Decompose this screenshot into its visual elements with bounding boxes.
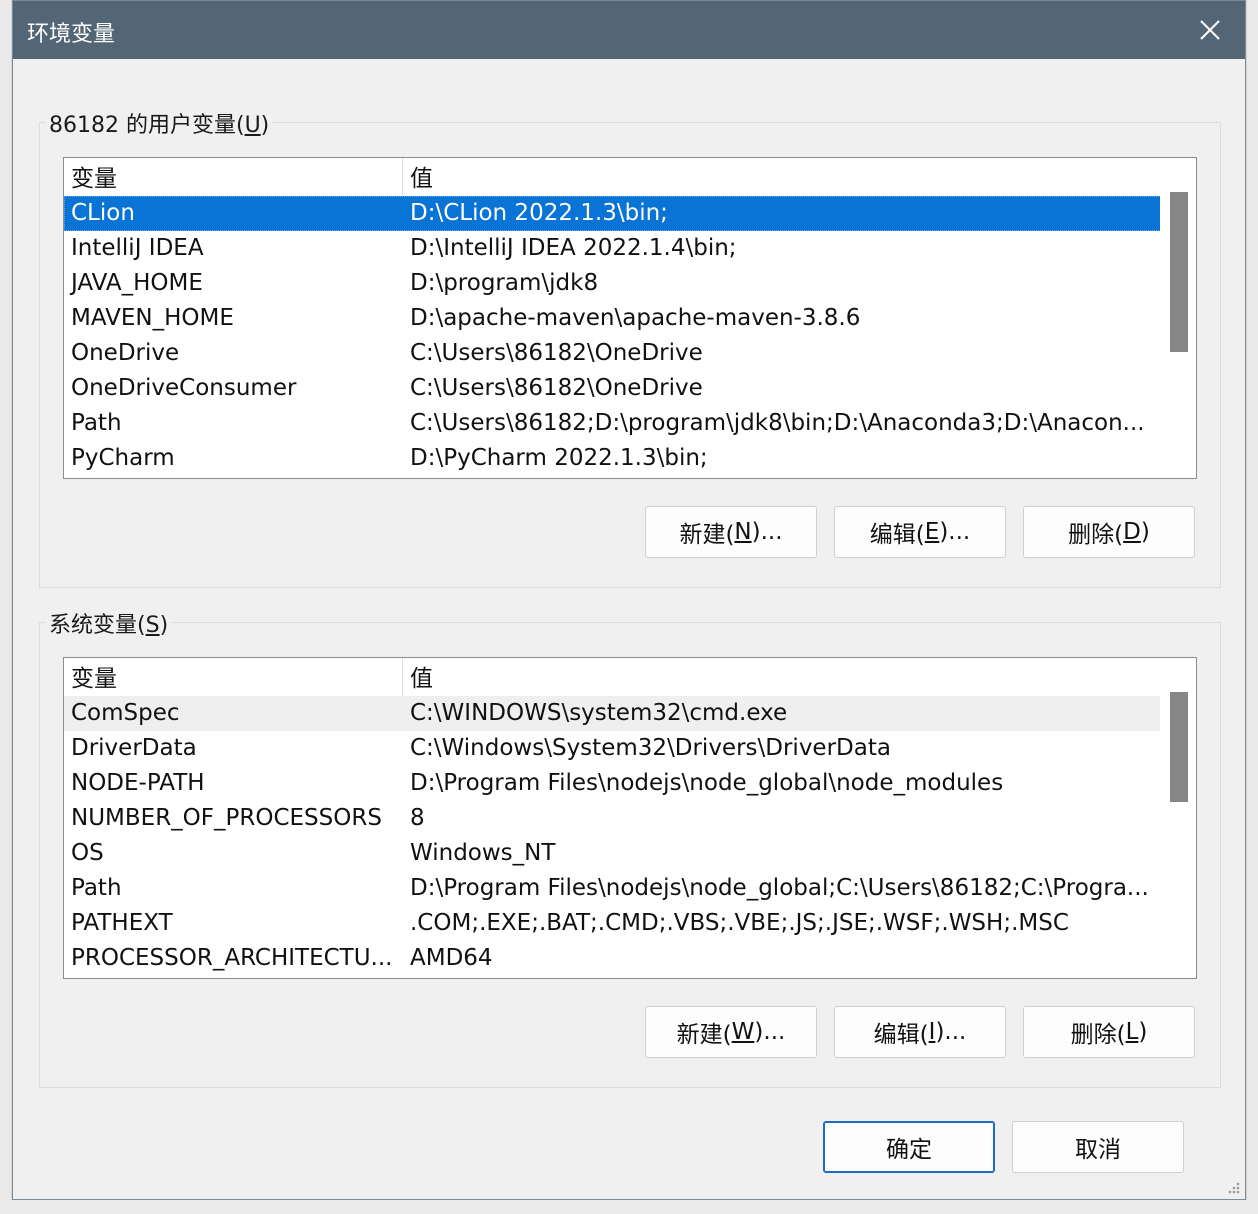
table-row[interactable]: PROCESSOR_ARCHITECTU... AMD64 [64,941,1161,976]
variable-value-cell: D:\IntelliJ IDEA 2022.1.4\bin; [410,235,737,261]
table-row[interactable]: Path C:\Users\86182;D:\program\jdk8\bin;D… [64,406,1161,441]
close-button[interactable] [1175,1,1245,59]
table-row[interactable]: JAVA_HOME D:\program\jdk8 [64,266,1161,301]
user-variables-group: 86182 的用户变量(U) 变量 值 CLion D:\CLion 2022.1… [39,107,1221,588]
table-row[interactable]: Path D:\Program Files\nodejs\node_global;… [64,871,1161,906]
variable-name-cell: IntelliJ IDEA [71,235,204,261]
background-window-bottom [0,1200,1258,1214]
user-variables-label: 86182 的用户变量(U) [46,107,273,139]
variable-value-cell: D:\CLion 2022.1.3\bin; [410,200,668,226]
variable-value-cell: AMD64 [410,945,493,971]
variable-name-cell: PROCESSOR_ARCHITECTU... [71,945,393,971]
list-header: 变量 值 [64,158,1161,196]
ok-button[interactable]: 确定 [823,1121,995,1173]
system-variables-label: 系统变量(S) [46,607,172,639]
table-row[interactable]: DriverData C:\Windows\System32\Drivers\Dr… [64,731,1161,766]
variable-value-cell: D:\Program Files\nodejs\node_global;C:\U… [410,875,1149,901]
column-header-variable[interactable]: 变量 [64,158,403,196]
variable-value-cell: C:\Windows\System32\Drivers\DriverData [410,735,891,761]
column-header-value[interactable]: 值 [403,158,1161,196]
variable-value-cell: D:\PyCharm 2022.1.3\bin; [410,445,708,471]
close-icon [1200,20,1220,40]
variable-value-cell: D:\Program Files\nodejs\node_global\node… [410,770,1004,796]
variable-name-cell: NODE-PATH [71,770,205,796]
table-row[interactable]: MAVEN_HOME D:\apache-maven\apache-maven-3… [64,301,1161,336]
variable-value-cell: C:\WINDOWS\system32\cmd.exe [410,700,788,726]
table-row[interactable]: IntelliJ IDEA D:\IntelliJ IDEA 2022.1.4\b… [64,231,1161,266]
resize-grip-icon[interactable] [1225,1179,1241,1195]
table-row[interactable]: PATHEXT .COM;.EXE;.BAT;.CMD;.VBS;.VBE;.JS… [64,906,1161,941]
system-edit-button[interactable]: 编辑(I)... [834,1006,1006,1058]
scroll-thumb[interactable] [1170,192,1188,352]
scroll-thumb[interactable] [1170,692,1188,802]
table-row[interactable]: CLion D:\CLion 2022.1.3\bin; [64,196,1161,231]
variable-value-cell: C:\Users\86182;D:\program\jdk8\bin;D:\An… [410,410,1145,436]
system-list-scrollbar[interactable] [1160,658,1196,978]
system-variables-group: 系统变量(S) 变量 值 ComSpec C:\WINDOWS\system32\… [39,607,1221,1088]
variable-value-cell: D:\program\jdk8 [410,270,599,296]
variable-value-cell: C:\Users\86182\OneDrive [410,340,703,366]
system-variable-rows: ComSpec C:\WINDOWS\system32\cmd.exe Driver… [64,696,1161,976]
user-delete-button[interactable]: 删除(D) [1023,506,1195,558]
system-new-button[interactable]: 新建(W)... [645,1006,817,1058]
background-window-left [0,0,12,1214]
column-header-variable[interactable]: 变量 [64,658,403,696]
variable-value-cell: C:\Users\86182\OneDrive [410,375,703,401]
user-new-button[interactable]: 新建(N)... [645,506,817,558]
user-edit-button[interactable]: 编辑(E)... [834,506,1006,558]
column-header-value[interactable]: 值 [403,658,1161,696]
variable-value-cell: .COM;.EXE;.BAT;.CMD;.VBS;.VBE;.JS;.JSE;.… [410,910,1069,936]
cancel-button[interactable]: 取消 [1012,1121,1184,1173]
variable-value-cell: Windows_NT [410,840,556,866]
variable-name-cell: PATHEXT [71,910,173,936]
table-row[interactable]: PyCharm D:\PyCharm 2022.1.3\bin; [64,441,1161,476]
variable-name-cell: ComSpec [71,700,180,726]
variable-name-cell: OneDrive [71,340,180,366]
variable-name-cell: MAVEN_HOME [71,305,234,331]
table-row[interactable]: OneDriveConsumer C:\Users\86182\OneDrive [64,371,1161,406]
variable-name-cell: JAVA_HOME [71,270,203,296]
table-row[interactable]: NODE-PATH D:\Program Files\nodejs\node_gl… [64,766,1161,801]
title-bar[interactable]: 环境变量 [13,1,1245,59]
system-delete-button[interactable]: 删除(L) [1023,1006,1195,1058]
window-title: 环境变量 [27,22,116,47]
table-row[interactable]: OneDrive C:\Users\86182\OneDrive [64,336,1161,371]
variable-name-cell: PyCharm [71,445,175,471]
system-variables-list[interactable]: 变量 值 ComSpec C:\WINDOWS\system32\cmd.exe D… [63,657,1197,979]
variable-name-cell: NUMBER_OF_PROCESSORS [71,805,382,831]
list-header: 变量 值 [64,658,1161,696]
environment-variables-dialog: 环境变量 86182 的用户变量(U) 变量 值 CLion D:\CLion 2… [12,0,1246,1200]
variable-value-cell: 8 [410,805,425,831]
user-variables-list[interactable]: 变量 值 CLion D:\CLion 2022.1.3\bin; IntelliJ… [63,157,1197,479]
variable-name-cell: OS [71,840,104,866]
background-window-right [1246,0,1258,1214]
variable-name-cell: CLion [71,200,135,226]
table-row[interactable]: ComSpec C:\WINDOWS\system32\cmd.exe [64,696,1161,731]
variable-value-cell: D:\apache-maven\apache-maven-3.8.6 [410,305,861,331]
user-variable-rows: CLion D:\CLion 2022.1.3\bin; IntelliJ IDEA… [64,196,1161,476]
table-row[interactable]: NUMBER_OF_PROCESSORS 8 [64,801,1161,836]
user-list-scrollbar[interactable] [1160,158,1196,478]
variable-name-cell: Path [71,410,122,436]
table-row[interactable]: OS Windows_NT [64,836,1161,871]
variable-name-cell: OneDriveConsumer [71,375,297,401]
variable-name-cell: DriverData [71,735,197,761]
variable-name-cell: Path [71,875,122,901]
